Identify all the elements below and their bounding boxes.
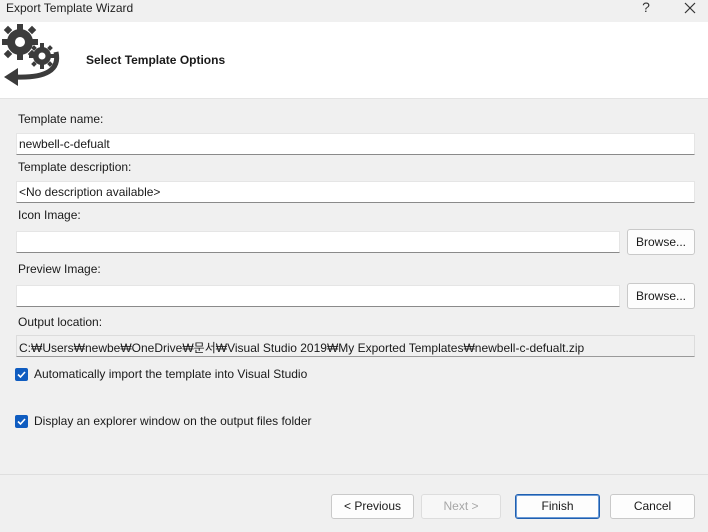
auto-import-checkbox[interactable] [15, 368, 28, 381]
display-explorer-checkbox[interactable] [15, 415, 28, 428]
footer-divider [0, 474, 708, 475]
template-name-input[interactable]: newbell-c-defualt [16, 133, 695, 155]
checkmark-icon [17, 418, 26, 426]
icon-image-browse-button[interactable]: Browse... [627, 229, 695, 255]
display-explorer-option[interactable]: Display an explorer window on the output… [15, 414, 335, 430]
page-title: Select Template Options [86, 53, 226, 67]
help-button[interactable]: ? [638, 0, 654, 17]
gears-export-icon [0, 22, 64, 86]
output-location-field[interactable]: C:₩Users₩newbe₩OneDrive₩문서₩Visual Studio… [16, 335, 695, 357]
display-explorer-label: Display an explorer window on the output… [34, 414, 312, 428]
auto-import-label: Automatically import the template into V… [34, 367, 308, 381]
window-title: Export Template Wizard [6, 1, 134, 15]
previous-button[interactable]: < Previous [331, 494, 414, 519]
close-button[interactable] [682, 0, 698, 16]
wizard-header: Select Template Options [0, 22, 708, 99]
cancel-button[interactable]: Cancel [610, 494, 695, 519]
preview-image-label: Preview Image: [18, 262, 101, 276]
finish-button[interactable]: Finish [515, 494, 600, 519]
template-name-label: Template name: [18, 112, 104, 126]
auto-import-option[interactable]: Automatically import the template into V… [15, 367, 335, 383]
template-description-input[interactable]: <No description available> [16, 181, 695, 203]
output-location-label: Output location: [18, 315, 103, 329]
icon-image-label: Icon Image: [18, 208, 81, 222]
preview-image-browse-button[interactable]: Browse... [627, 283, 695, 309]
close-icon [684, 2, 696, 14]
checkmark-icon [17, 371, 26, 379]
template-description-label: Template description: [18, 160, 132, 174]
next-button[interactable]: Next > [421, 494, 501, 519]
preview-image-input[interactable] [16, 285, 620, 307]
icon-image-input[interactable] [16, 231, 620, 253]
title-bar: Export Template Wizard ? [0, 0, 708, 22]
